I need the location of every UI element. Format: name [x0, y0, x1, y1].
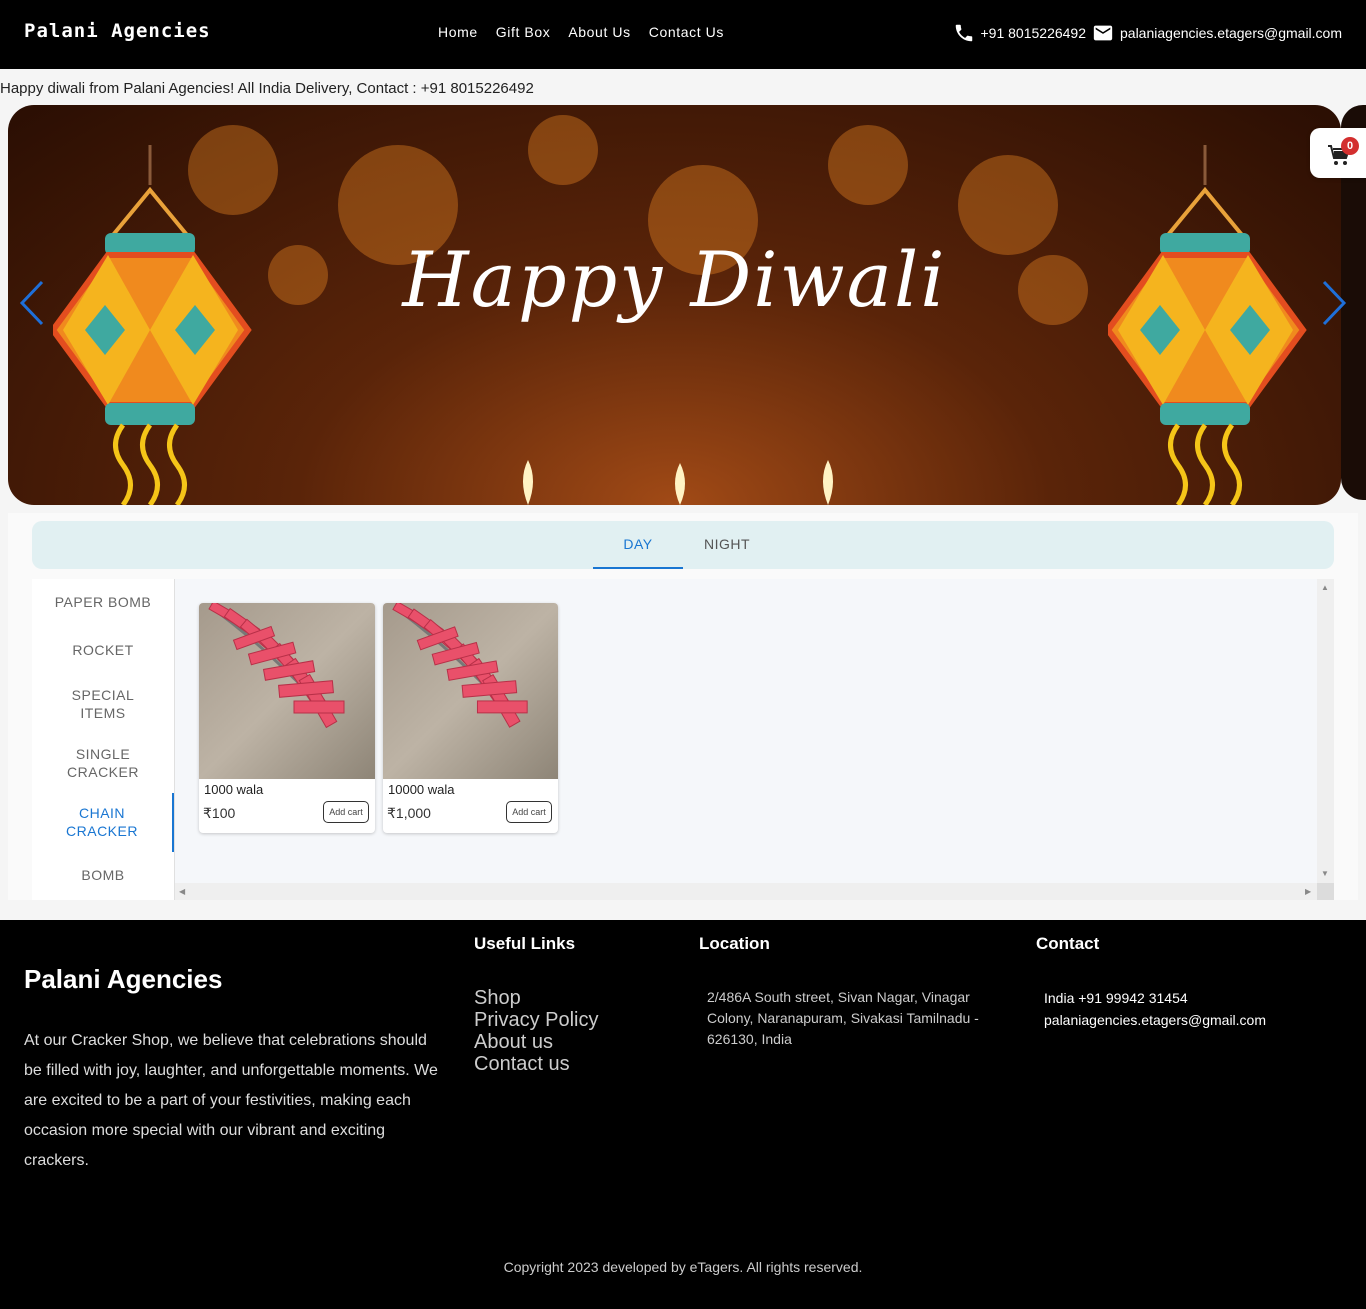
- product-image: [383, 603, 558, 779]
- category-rocket[interactable]: ROCKET: [32, 641, 174, 659]
- footer-location-heading: Location: [699, 934, 770, 953]
- diya-flames: [523, 460, 833, 505]
- header-email[interactable]: palaniagencies.etagers@gmail.com: [1120, 25, 1342, 41]
- tab-day[interactable]: DAY: [593, 521, 683, 569]
- category-sidebar: PAPER BOMB ROCKET SPECIAL ITEMS SINGLE C…: [32, 579, 175, 900]
- nav-contact-us[interactable]: Contact Us: [649, 24, 724, 40]
- product-image: [199, 603, 375, 779]
- lantern-left-image: [53, 145, 252, 505]
- footer-about-text: At our Cracker Shop, we believe that cel…: [24, 1032, 438, 1169]
- footer-link-about-us[interactable]: About us: [474, 1031, 598, 1053]
- carousel-prev-icon[interactable]: [18, 278, 46, 328]
- product-name: 1000 wala: [204, 782, 264, 797]
- product-price: ₹1,000: [387, 805, 431, 821]
- product-card[interactable]: 1000 wala ₹100 Add cart: [199, 603, 375, 833]
- product-price: ₹100: [203, 805, 236, 821]
- top-header: Palani Agencies Home Gift Box About Us C…: [0, 0, 1366, 69]
- phone-icon: [955, 24, 972, 42]
- footer-contact-phone[interactable]: India +91 99942 31454: [1044, 987, 1266, 1009]
- footer-links: Shop Privacy Policy About us Contact us: [474, 987, 598, 1075]
- announcement-bar: Happy diwali from Palani Agencies! All I…: [0, 80, 534, 97]
- category-single-cracker[interactable]: SINGLE CRACKER: [32, 745, 174, 781]
- hero-carousel[interactable]: Happy Diwali: [8, 105, 1341, 505]
- footer-link-privacy-policy[interactable]: Privacy Policy: [474, 1009, 598, 1031]
- header-contact: +91 8015226492 palaniagencies.etagers@gm…: [953, 22, 1342, 44]
- product-card[interactable]: 10000 wala ₹1,000 Add cart: [383, 603, 558, 833]
- add-cart-button[interactable]: Add cart: [506, 801, 552, 823]
- brand-logo[interactable]: Palani Agencies: [24, 20, 211, 42]
- category-special-items[interactable]: SPECIAL ITEMS: [32, 686, 174, 722]
- category-paper-bomb[interactable]: PAPER BOMB: [32, 593, 174, 611]
- footer-contact-heading: Contact: [1036, 934, 1100, 953]
- header-phone[interactable]: +91 8015226492: [981, 25, 1087, 41]
- cart-count-badge: 0: [1341, 137, 1359, 155]
- footer-brand: Palani Agencies: [24, 964, 223, 994]
- carousel-next-icon[interactable]: [1320, 278, 1348, 328]
- add-cart-button[interactable]: Add cart: [323, 801, 369, 823]
- cart-button[interactable]: 0: [1310, 128, 1366, 178]
- vertical-scrollbar[interactable]: ▲ ▼: [1317, 579, 1334, 883]
- time-tabs: DAY NIGHT: [32, 521, 1334, 569]
- site-footer: Palani Agencies At our Cracker Shop, we …: [0, 920, 1366, 1309]
- footer-address: 2/486A South street, Sivan Nagar, Vinaga…: [707, 989, 979, 1047]
- footer-link-contact-us[interactable]: Contact us: [474, 1053, 598, 1075]
- footer-link-shop[interactable]: Shop: [474, 987, 598, 1009]
- tab-night[interactable]: NIGHT: [683, 521, 771, 569]
- category-bomb[interactable]: BOMB: [32, 866, 174, 884]
- category-chain-cracker[interactable]: CHAIN CRACKER: [32, 793, 174, 852]
- scrollbar-corner: [1317, 883, 1334, 900]
- mail-icon: [1093, 25, 1113, 41]
- nav-home[interactable]: Home: [438, 24, 478, 40]
- footer-useful-links-heading: Useful Links: [474, 934, 576, 953]
- product-name: 10000 wala: [388, 782, 455, 797]
- footer-copyright: Copyright 2023 developed by eTagers. All…: [503, 1259, 863, 1275]
- hero-title: Happy Diwali: [402, 235, 947, 324]
- main-nav: Home Gift Box About Us Contact Us: [438, 24, 742, 40]
- nav-about-us[interactable]: About Us: [568, 24, 630, 40]
- horizontal-scrollbar[interactable]: ◀ ▶: [175, 883, 1317, 900]
- lantern-right-image: [1108, 145, 1307, 505]
- footer-contact-email[interactable]: palaniagencies.etagers@gmail.com: [1044, 1009, 1266, 1031]
- footer-contact: India +91 99942 31454 palaniagencies.eta…: [1044, 987, 1266, 1031]
- nav-gift-box[interactable]: Gift Box: [496, 24, 551, 40]
